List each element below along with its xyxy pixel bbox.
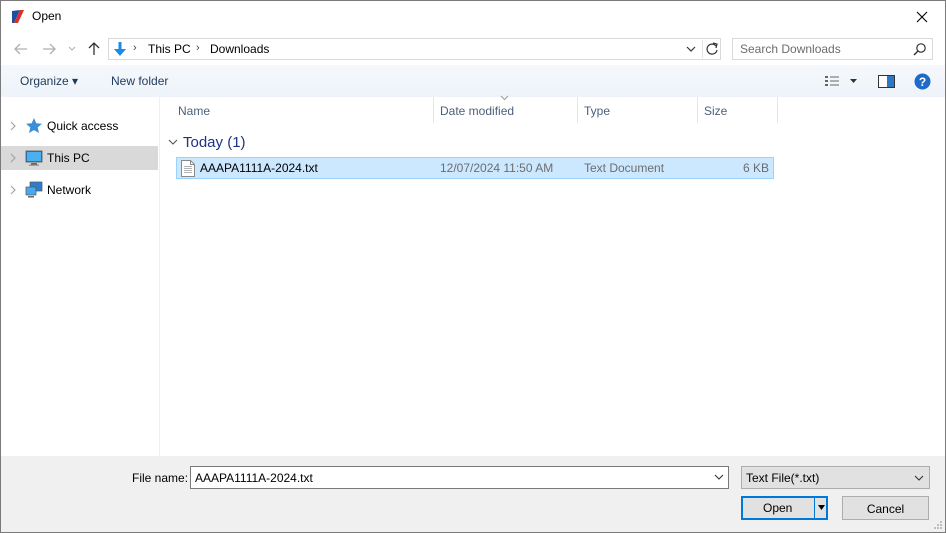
organize-button[interactable]: Organize ▾ [20, 74, 78, 88]
sidebar-item-this-pc[interactable]: This PC [1, 146, 158, 170]
sidebar-item-label: This PC [47, 151, 90, 165]
column-header-date-modified[interactable]: Date modified [434, 95, 578, 123]
column-label: Date modified [440, 104, 515, 118]
cancel-button[interactable]: Cancel [842, 496, 929, 520]
search-icon[interactable] [913, 42, 927, 56]
preview-pane-icon [878, 75, 895, 88]
chevron-down-icon[interactable] [713, 471, 725, 483]
file-name-label: File name: [132, 471, 189, 485]
preview-pane-button[interactable] [878, 75, 895, 91]
split-divider [814, 498, 815, 518]
breadcrumb-downloads[interactable]: Downloads [210, 42, 269, 56]
new-folder-button[interactable]: New folder [111, 74, 168, 88]
file-size: 6 KB [742, 161, 769, 175]
column-label: Type [584, 104, 611, 118]
search-input[interactable] [733, 39, 913, 59]
network-icon [25, 181, 43, 198]
file-row[interactable]: AAAPA1111A-2024.txt 12/07/2024 11:50 AM … [176, 157, 774, 179]
command-bar: Organize ▾ New folder ? [1, 65, 945, 97]
close-icon [916, 11, 928, 22]
arrow-left-icon [14, 43, 27, 55]
sidebar-item-label: Quick access [47, 119, 119, 133]
resize-grip-icon[interactable] [933, 520, 943, 530]
breadcrumb-separator: › [196, 42, 200, 54]
sidebar-item-network[interactable]: Network [1, 178, 158, 202]
close-button[interactable] [899, 1, 945, 32]
column-header-size[interactable]: Size [698, 97, 778, 123]
refresh-icon [706, 42, 718, 55]
chevron-down-icon [914, 475, 924, 481]
chevron-right-icon[interactable] [9, 120, 17, 132]
change-view-button[interactable] [824, 75, 858, 90]
text-file-icon [181, 160, 195, 177]
file-type-value: Text File(*.txt) [746, 471, 820, 485]
column-header-type[interactable]: Type [578, 97, 698, 123]
dropdown-arrow-icon[interactable] [817, 504, 826, 512]
back-button[interactable] [12, 40, 30, 58]
breadcrumb-this-pc[interactable]: This PC [148, 42, 191, 56]
star-icon [26, 118, 42, 133]
download-arrow-icon [114, 42, 126, 56]
up-button[interactable] [85, 40, 103, 58]
chevron-right-icon[interactable] [9, 184, 17, 196]
chevron-down-icon[interactable] [684, 42, 698, 56]
help-button[interactable]: ? [914, 73, 931, 93]
svg-text:?: ? [919, 75, 926, 89]
breadcrumb-separator: › [133, 42, 137, 54]
file-name-combobox[interactable] [190, 466, 729, 489]
file-date: 12/07/2024 11:50 AM [440, 161, 554, 175]
bottom-panel: File name: Text File(*.txt) Open Cancel [1, 456, 945, 532]
sort-caret-icon [500, 95, 509, 101]
navigation-pane: Quick access This PC Network [1, 97, 160, 456]
window-title: Open [32, 9, 62, 23]
refresh-button[interactable] [702, 40, 720, 58]
group-label: Today (1) [183, 134, 246, 151]
open-button[interactable]: Open [741, 496, 828, 520]
file-name-input[interactable] [191, 467, 706, 488]
cancel-button-label: Cancel [866, 502, 905, 516]
sidebar-item-label: Network [47, 183, 92, 197]
details-view-icon [825, 76, 857, 86]
computer-icon [25, 150, 43, 166]
file-list: Name Date modified Type Size Today (1) A… [161, 95, 945, 456]
address-bar[interactable]: › This PC › Downloads [108, 38, 721, 60]
arrow-up-icon [88, 42, 100, 55]
forward-button[interactable] [40, 40, 58, 58]
column-header-name[interactable]: Name [172, 97, 434, 123]
address-row: › This PC › Downloads [1, 32, 945, 65]
column-label: Name [178, 104, 211, 118]
title-bar: Open [1, 1, 945, 32]
file-type: Text Document [584, 161, 665, 175]
file-type-select[interactable]: Text File(*.txt) [741, 466, 930, 489]
open-button-label: Open [763, 501, 793, 515]
arrow-right-icon [43, 43, 56, 55]
recent-locations-button[interactable] [65, 40, 79, 58]
app-logo-icon [12, 10, 24, 23]
sidebar-item-quick-access[interactable]: Quick access [1, 114, 158, 138]
help-icon: ? [914, 73, 931, 90]
file-name: AAAPA1111A-2024.txt [200, 161, 318, 175]
chevron-down-icon [168, 139, 178, 145]
column-label: Size [704, 104, 728, 118]
search-box[interactable] [732, 38, 933, 60]
chevron-right-icon[interactable] [9, 152, 17, 164]
open-dialog: Open › This PC › Downloads Search Downlo… [0, 0, 946, 533]
chevron-down-icon [68, 46, 76, 51]
